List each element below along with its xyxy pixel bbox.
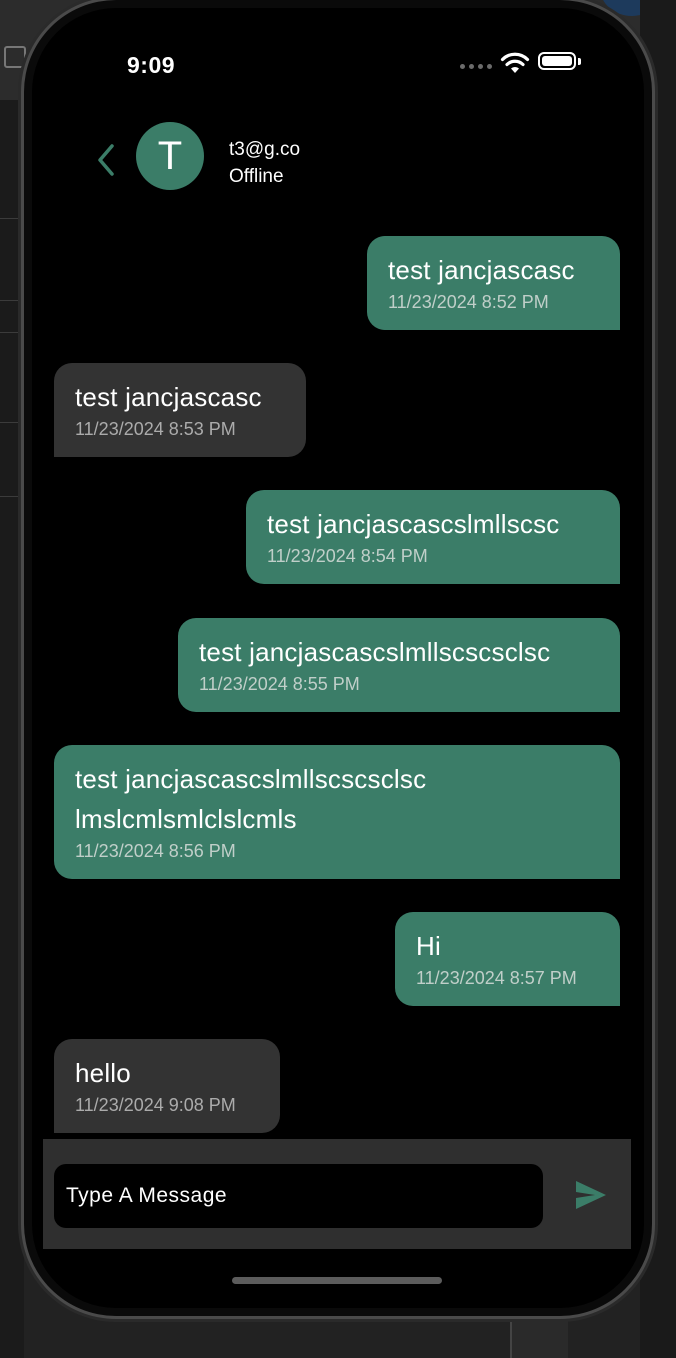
message-bubble-sent[interactable]: test jancjascascslmllscscsclsc 11/23/202… (178, 618, 620, 712)
composer-bar (43, 1139, 631, 1249)
message-bubble-received[interactable]: hello 11/23/2024 9:08 PM (54, 1039, 280, 1133)
desktop-bottom-panel (510, 1310, 568, 1358)
message-timestamp: 11/23/2024 8:57 PM (416, 968, 577, 988)
desktop-background: 9:09 T t3@g.co Offline test jancjascasc … (0, 0, 676, 1358)
message-list: test jancjascasc 11/23/2024 8:52 PM test… (32, 8, 644, 1138)
desktop-divider (0, 422, 22, 423)
desktop-sidebar (0, 100, 24, 1358)
message-bubble-sent[interactable]: test jancjascascslmllscscsclsc lmslcmlsm… (54, 745, 620, 879)
message-text: test jancjascasc (75, 382, 262, 412)
message-text: hello (75, 1058, 131, 1088)
folder-icon (4, 46, 26, 68)
desktop-divider (0, 300, 22, 301)
message-timestamp: 11/23/2024 8:52 PM (388, 292, 549, 312)
message-timestamp: 11/23/2024 8:54 PM (267, 546, 428, 566)
send-button[interactable] (573, 1177, 609, 1213)
desktop-divider (0, 218, 22, 219)
message-text: test jancjascascslmllscscsclsc lmslcmlsm… (75, 764, 427, 834)
message-timestamp: 11/23/2024 8:55 PM (199, 674, 360, 694)
desktop-divider (0, 332, 22, 333)
message-input[interactable] (54, 1164, 543, 1228)
message-text: test jancjascascslmllscscsclsc (199, 637, 551, 667)
phone-frame: 9:09 T t3@g.co Offline test jancjascasc … (24, 0, 652, 1316)
message-bubble-received[interactable]: test jancjascasc 11/23/2024 8:53 PM (54, 363, 306, 457)
message-timestamp: 11/23/2024 8:53 PM (75, 419, 236, 439)
message-text: test jancjascascslmllscsc (267, 509, 560, 539)
message-timestamp: 11/23/2024 8:56 PM (75, 841, 236, 861)
message-bubble-sent[interactable]: Hi 11/23/2024 8:57 PM (395, 912, 620, 1006)
message-text: test jancjascasc (388, 255, 575, 285)
phone-screen: 9:09 T t3@g.co Offline test jancjascasc … (32, 8, 644, 1308)
message-text: Hi (416, 931, 441, 961)
home-indicator[interactable] (232, 1277, 442, 1284)
message-timestamp: 11/23/2024 9:08 PM (75, 1095, 236, 1115)
message-bubble-sent[interactable]: test jancjascasc 11/23/2024 8:52 PM (367, 236, 620, 330)
message-bubble-sent[interactable]: test jancjascascslmllscsc 11/23/2024 8:5… (246, 490, 620, 584)
desktop-divider (0, 496, 22, 497)
